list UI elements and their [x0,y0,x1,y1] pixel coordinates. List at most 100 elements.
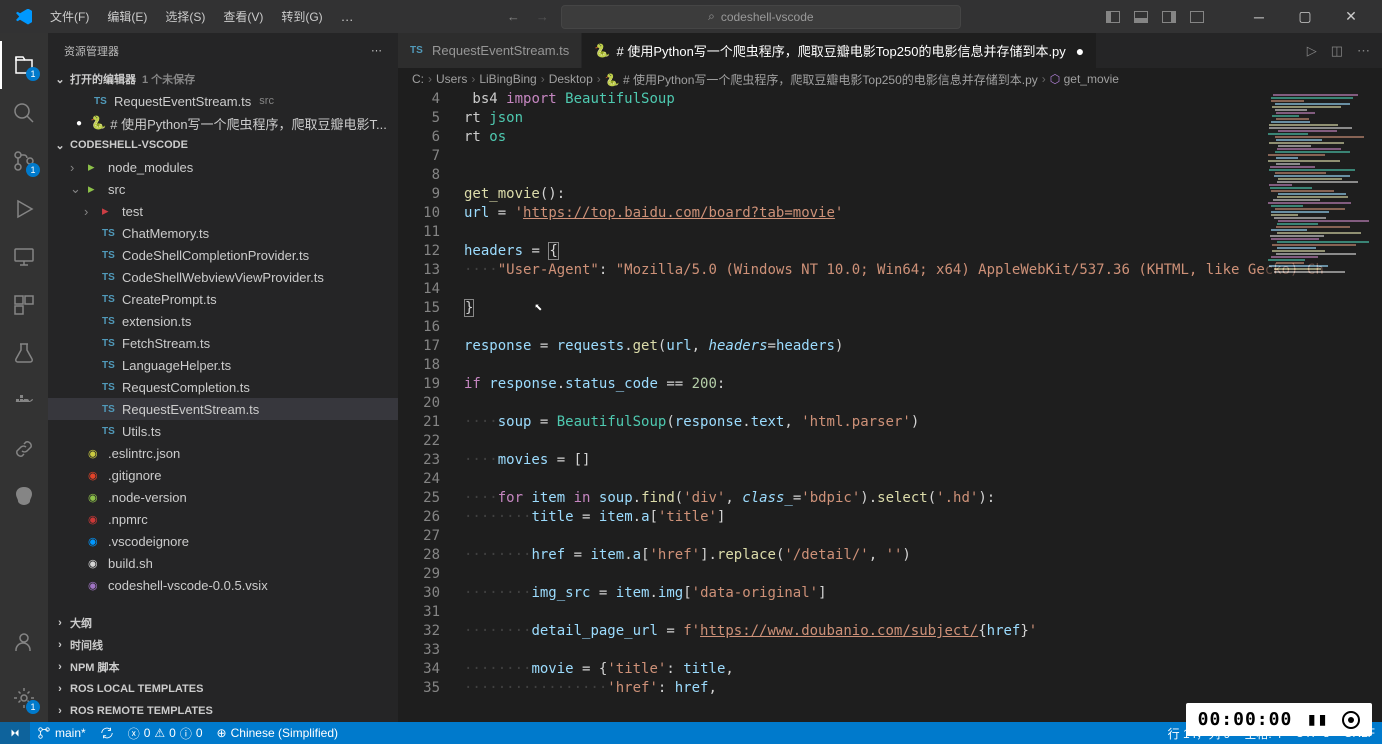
tab-more-icon[interactable]: ⋯ [1357,43,1370,59]
activity-shell[interactable] [0,473,48,521]
code-line[interactable]: headers = { [464,242,1382,261]
sidebar-more-icon[interactable]: ⋯ [371,44,382,57]
code-line[interactable] [464,603,1382,622]
code-line[interactable]: if response.status_code == 200: [464,375,1382,394]
code-line[interactable]: ····soup = BeautifulSoup(response.text, … [464,413,1382,432]
code-line[interactable]: bs4 import BeautifulSoup [464,90,1382,109]
file-item[interactable]: TSCodeShellCompletionProvider.ts [48,244,398,266]
open-editor-item[interactable]: ●🐍# 使用Python写一个爬虫程序，爬取豆瓣电影T... [48,112,398,134]
file-item[interactable]: TSRequestEventStream.ts [48,398,398,420]
breadcrumb-item[interactable]: Users [436,72,467,86]
editor-tab[interactable]: TSRequestEventStream.ts [398,33,582,68]
section-header[interactable]: ›ROS LOCAL TEMPLATES [48,678,398,700]
toggle-secondary-icon[interactable] [1162,11,1176,23]
remote-indicator[interactable] [0,722,30,744]
menu-view[interactable]: 查看(V) [215,4,271,29]
code-line[interactable]: ········movie = {'title': title, [464,660,1382,679]
command-center[interactable]: ⌕ codeshell-vscode [561,5,961,29]
activity-settings[interactable]: 1 [0,674,48,722]
code-line[interactable]: ········href = item.a['href'].replace('/… [464,546,1382,565]
activity-test[interactable] [0,329,48,377]
folder-item[interactable]: ›▸test [48,200,398,222]
file-item[interactable]: TSFetchStream.ts [48,332,398,354]
pause-button[interactable]: ▮▮ [1306,709,1328,730]
code-line[interactable]: ········detail_page_url = f'https://www.… [464,622,1382,641]
file-item[interactable]: TSextension.ts [48,310,398,332]
folder-item[interactable]: ⌄▸src [48,178,398,200]
code-line[interactable]: rt json [464,109,1382,128]
file-item[interactable]: TSChatMemory.ts [48,222,398,244]
code-line[interactable]: rt os [464,128,1382,147]
editor-tab[interactable]: 🐍# 使用Python写一个爬虫程序，爬取豆瓣电影Top250的电影信息并存储到… [582,33,1097,68]
section-header[interactable]: ›NPM 脚本 [48,656,398,678]
code-line[interactable]: ····for item in soup.find('div', class_=… [464,489,1382,508]
file-item[interactable]: TSCreatePrompt.ts [48,288,398,310]
breadcrumb-item[interactable]: Desktop [549,72,593,86]
code-line[interactable]: response = requests.get(url, headers=hea… [464,337,1382,356]
code-line[interactable]: url = 'https://top.baidu.com/board?tab=m… [464,204,1382,223]
file-item[interactable]: TSUtils.ts [48,420,398,442]
code-line[interactable] [464,432,1382,451]
activity-extensions[interactable] [0,281,48,329]
menu-more[interactable]: … [333,5,362,28]
code-line[interactable] [464,527,1382,546]
window-close-button[interactable]: ✕ [1328,0,1374,33]
activity-account[interactable] [0,618,48,666]
file-item[interactable]: ◉.npmrc [48,508,398,530]
code-line[interactable] [464,641,1382,660]
activity-scm[interactable]: 1 [0,137,48,185]
activity-remote[interactable] [0,233,48,281]
code-line[interactable]: ········title = item.a['title'] [464,508,1382,527]
split-editor-icon[interactable]: ◫ [1331,43,1343,59]
menu-goto[interactable]: 转到(G) [273,4,330,29]
file-item[interactable]: ◉.eslintrc.json [48,442,398,464]
file-item[interactable]: ◉.node-version [48,486,398,508]
breadcrumb-item[interactable]: 🐍 # 使用Python写一个爬虫程序，爬取豆瓣电影Top250的电影信息并存储… [605,71,1038,88]
file-item[interactable]: ◉.gitignore [48,464,398,486]
code-line[interactable]: get_movie(): [464,185,1382,204]
code-line[interactable]: ····movies = [] [464,451,1382,470]
code-line[interactable] [464,280,1382,299]
code-line[interactable]: ·················'href': href, [464,679,1382,698]
code-line[interactable]: } [464,299,1382,318]
code-line[interactable] [464,166,1382,185]
run-icon[interactable]: ▷ [1307,43,1317,59]
customize-layout-icon[interactable] [1190,11,1204,23]
nav-back-icon[interactable]: ← [507,9,520,24]
minimap[interactable] [1264,90,1374,722]
code-editor[interactable]: 4567891011121314151617181920212223242526… [398,90,1382,722]
status-branch[interactable]: main* [30,722,93,744]
window-minimize-button[interactable]: ─ [1236,0,1282,33]
breadcrumb-item[interactable]: LiBingBing [479,72,536,86]
code-line[interactable]: ····"User-Agent": "Mozilla/5.0 (Windows … [464,261,1382,280]
status-errors[interactable]: ⓧ0 ⚠0 ⓘ0 [121,722,210,744]
toggle-sidebar-icon[interactable] [1106,11,1120,23]
breadcrumbs[interactable]: C:›Users›LiBingBing›Desktop›🐍 # 使用Python… [398,68,1382,90]
code-line[interactable] [464,223,1382,242]
toggle-panel-icon[interactable] [1134,11,1148,23]
activity-docker[interactable] [0,377,48,425]
section-header[interactable]: ›时间线 [48,634,398,656]
activity-link[interactable] [0,425,48,473]
section-header[interactable]: ›ROS REMOTE TEMPLATES [48,700,398,722]
code-line[interactable] [464,394,1382,413]
menu-file[interactable]: 文件(F) [42,4,97,29]
file-item[interactable]: TSCodeShellWebviewViewProvider.ts [48,266,398,288]
activity-search[interactable] [0,89,48,137]
breadcrumb-item[interactable]: C: [412,72,424,86]
file-item[interactable]: ◉codeshell-vscode-0.0.5.vsix [48,574,398,596]
menu-select[interactable]: 选择(S) [157,4,213,29]
file-item[interactable]: ◉.vscodeignore [48,530,398,552]
project-header[interactable]: ⌄ CODESHELL-VSCODE [48,134,398,156]
file-item[interactable]: ◉build.sh [48,552,398,574]
status-sync[interactable] [93,722,121,744]
stop-button[interactable] [1342,711,1360,729]
code-line[interactable] [464,565,1382,584]
nav-forward-icon[interactable]: → [536,9,549,24]
menu-edit[interactable]: 编辑(E) [99,4,155,29]
code-line[interactable]: ········img_src = item.img['data-origina… [464,584,1382,603]
file-item[interactable]: TSLanguageHelper.ts [48,354,398,376]
code-line[interactable] [464,470,1382,489]
open-editors-header[interactable]: ⌄ 打开的编辑器 1 个未保存 [48,68,398,90]
file-item[interactable]: TSRequestCompletion.ts [48,376,398,398]
